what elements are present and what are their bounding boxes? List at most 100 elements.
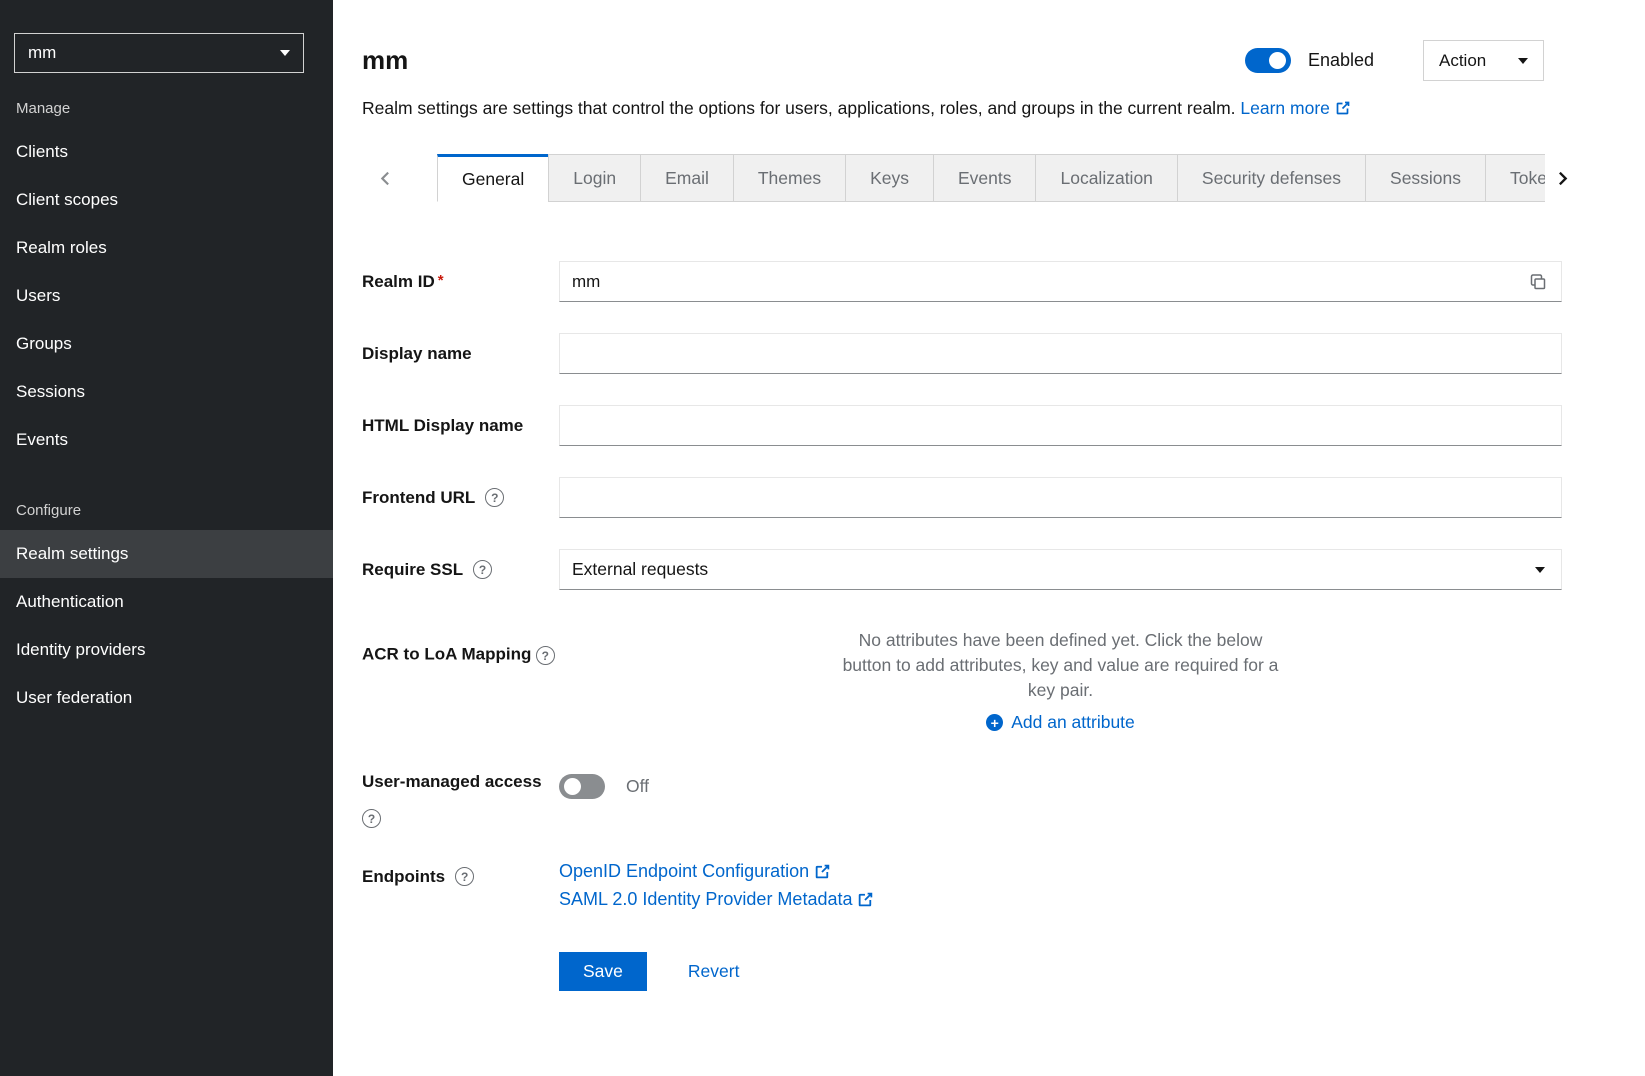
general-settings-form: Realm ID* Display name xyxy=(333,202,1645,1021)
user-managed-access-toggle[interactable] xyxy=(559,774,605,799)
form-row-acr-to-loa: ACR to LoA Mapping ? No attributes have … xyxy=(362,621,1562,733)
tab-localization-label: Localization xyxy=(1060,168,1152,189)
user-managed-access-field: Off xyxy=(559,764,1562,828)
chevron-right-icon xyxy=(1554,170,1571,187)
help-icon[interactable]: ? xyxy=(485,488,504,507)
plus-circle-icon: + xyxy=(986,714,1003,731)
form-row-html-display-name: HTML Display name xyxy=(362,405,1562,446)
nav-section-configure: Configure Realm settings Authentication … xyxy=(0,502,333,722)
endpoints-label: Endpoints xyxy=(362,867,445,887)
tabs-scroll-left-button[interactable] xyxy=(333,154,437,202)
action-dropdown-button[interactable]: Action xyxy=(1423,40,1544,81)
form-row-endpoints: Endpoints ? OpenID Endpoint Configuratio… xyxy=(362,859,1562,910)
realm-settings-tabs: General Login Email Themes Keys Events L… xyxy=(333,154,1645,202)
chevron-down-icon xyxy=(280,50,290,56)
saml-metadata-link[interactable]: SAML 2.0 Identity Provider Metadata xyxy=(559,889,874,910)
tab-localization[interactable]: Localization xyxy=(1035,154,1177,202)
sidebar-item-sessions[interactable]: Sessions xyxy=(0,368,333,416)
endpoints-field: OpenID Endpoint Configuration SAML 2.0 I… xyxy=(559,859,1562,910)
html-display-name-input[interactable] xyxy=(559,405,1562,446)
user-managed-access-state: Off xyxy=(626,776,649,797)
sidebar-item-client-scopes[interactable]: Client scopes xyxy=(0,176,333,224)
help-icon[interactable]: ? xyxy=(455,867,474,886)
realm-id-label-col: Realm ID* xyxy=(362,261,559,302)
sidebar-item-identity-providers[interactable]: Identity providers xyxy=(0,626,333,674)
external-link-icon xyxy=(1335,100,1351,116)
frontend-url-label-col: Frontend URL ? xyxy=(362,477,559,518)
sidebar-item-authentication[interactable]: Authentication xyxy=(0,578,333,626)
endpoints-label-col: Endpoints ? xyxy=(362,859,559,910)
user-managed-access-label-col: User-managed access ? xyxy=(362,764,559,828)
sidebar-item-users[interactable]: Users xyxy=(0,272,333,320)
copy-button[interactable] xyxy=(1514,261,1562,302)
tab-security-defenses[interactable]: Security defenses xyxy=(1177,154,1366,202)
tab-tokens-label: Tokens xyxy=(1510,168,1545,189)
tab-events-label: Events xyxy=(958,168,1012,189)
realm-settings-description: Realm settings are settings that control… xyxy=(362,96,1544,120)
caret-down-icon xyxy=(1518,58,1528,64)
sidebar-item-events[interactable]: Events xyxy=(0,416,333,464)
tab-events[interactable]: Events xyxy=(933,154,1037,202)
tab-keys[interactable]: Keys xyxy=(845,154,934,202)
tab-general[interactable]: General xyxy=(437,154,549,202)
form-row-frontend-url: Frontend URL ? xyxy=(362,477,1562,518)
configure-nav-list: Realm settings Authentication Identity p… xyxy=(0,530,333,722)
header-row: mm Enabled Action xyxy=(362,40,1544,81)
learn-more-link[interactable]: Learn more xyxy=(1240,98,1351,118)
tab-email[interactable]: Email xyxy=(640,154,734,202)
caret-down-icon xyxy=(1535,567,1545,573)
external-link-icon xyxy=(857,891,874,908)
realm-id-field xyxy=(559,261,1562,302)
sidebar-item-realm-roles[interactable]: Realm roles xyxy=(0,224,333,272)
form-row-require-ssl: Require SSL ? External requests xyxy=(362,549,1562,590)
tab-sessions-label: Sessions xyxy=(1390,168,1461,189)
acr-to-loa-field: No attributes have been defined yet. Cli… xyxy=(559,621,1562,733)
frontend-url-input[interactable] xyxy=(559,477,1562,518)
tab-general-label: General xyxy=(462,169,524,190)
acr-to-loa-label-col: ACR to LoA Mapping ? xyxy=(362,621,559,733)
realm-enabled-toggle[interactable] xyxy=(1245,48,1291,73)
main-content: mm Enabled Action Realm settings are set… xyxy=(333,0,1645,1076)
sidebar-item-groups[interactable]: Groups xyxy=(0,320,333,368)
page-header: mm Enabled Action Realm settings are set… xyxy=(333,0,1645,120)
frontend-url-field xyxy=(559,477,1562,518)
tab-tokens[interactable]: Tokens xyxy=(1485,154,1545,202)
tab-sessions[interactable]: Sessions xyxy=(1365,154,1486,202)
revert-button[interactable]: Revert xyxy=(688,961,740,982)
display-name-label-col: Display name xyxy=(362,333,559,374)
toggle-knob xyxy=(1269,52,1286,69)
tab-themes[interactable]: Themes xyxy=(733,154,846,202)
tab-keys-label: Keys xyxy=(870,168,909,189)
save-button[interactable]: Save xyxy=(559,952,647,991)
realm-id-label-text: Realm ID xyxy=(362,272,435,291)
tabs-scroll-right-button[interactable] xyxy=(1545,154,1645,202)
sidebar-item-clients[interactable]: Clients xyxy=(0,128,333,176)
header-controls: Enabled Action xyxy=(1245,40,1544,81)
description-text: Realm settings are settings that control… xyxy=(362,98,1236,118)
require-ssl-select[interactable]: External requests xyxy=(559,549,1562,590)
display-name-label: Display name xyxy=(362,344,472,364)
require-ssl-label: Require SSL xyxy=(362,560,463,580)
tab-security-defenses-label: Security defenses xyxy=(1202,168,1341,189)
user-managed-access-label: User-managed access xyxy=(362,772,542,791)
manage-nav-list: Clients Client scopes Realm roles Users … xyxy=(0,128,333,464)
help-icon[interactable]: ? xyxy=(473,560,492,579)
display-name-input[interactable] xyxy=(559,333,1562,374)
openid-endpoint-configuration-link[interactable]: OpenID Endpoint Configuration xyxy=(559,861,831,882)
form-actions: Save Revert xyxy=(559,952,1562,1021)
frontend-url-label: Frontend URL xyxy=(362,488,475,508)
add-attribute-link[interactable]: + Add an attribute xyxy=(986,712,1135,733)
help-icon[interactable]: ? xyxy=(536,646,555,665)
external-link-icon xyxy=(814,863,831,880)
tab-login[interactable]: Login xyxy=(548,154,641,202)
realm-selector-dropdown[interactable]: mm xyxy=(14,33,304,73)
form-row-user-managed-access: User-managed access ? Off xyxy=(362,764,1562,828)
require-ssl-label-col: Require SSL ? xyxy=(362,549,559,590)
acr-empty-state-text: No attributes have been defined yet. Cli… xyxy=(841,628,1281,703)
realm-selector-value: mm xyxy=(28,43,56,63)
realm-id-input[interactable] xyxy=(559,261,1562,302)
help-icon[interactable]: ? xyxy=(362,809,381,828)
enabled-label: Enabled xyxy=(1308,50,1374,71)
sidebar-item-realm-settings[interactable]: Realm settings xyxy=(0,530,333,578)
sidebar-item-user-federation[interactable]: User federation xyxy=(0,674,333,722)
